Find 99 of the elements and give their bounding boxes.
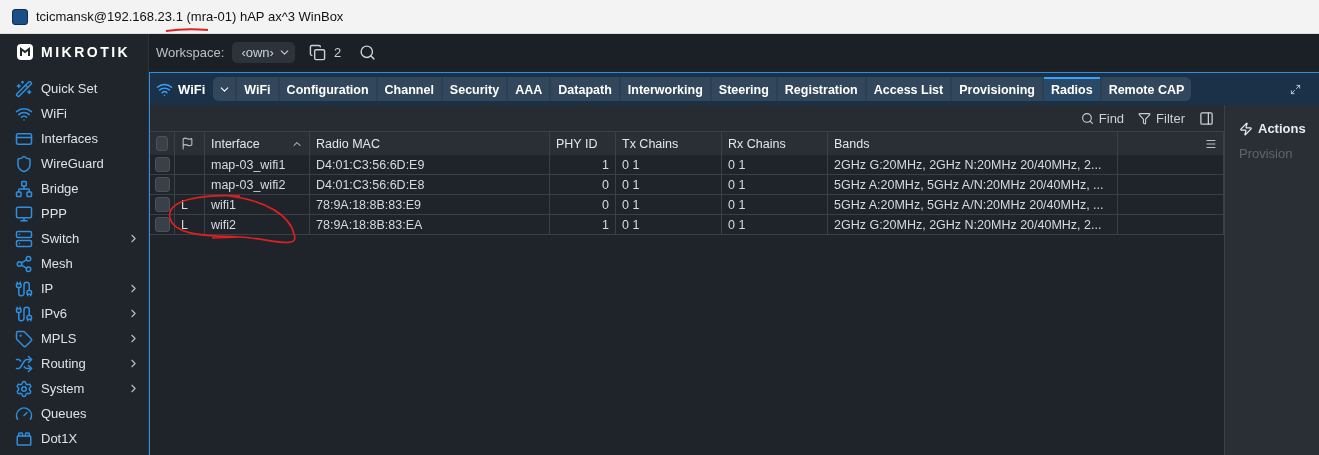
column-menu-icon[interactable]: [1205, 137, 1217, 150]
tab[interactable]: Access List: [866, 77, 951, 101]
table-cell: 0 1: [616, 175, 722, 195]
table-cell: 78:9A:18:8B:83:E9: [310, 195, 550, 215]
column-header[interactable]: Tx Chains: [616, 131, 722, 155]
actions-heading: Actions: [1239, 121, 1319, 136]
side-panel-icon[interactable]: [1199, 110, 1214, 126]
tab[interactable]: Interworking: [620, 77, 710, 101]
table-cell: map-03_wifi1: [205, 155, 310, 175]
filter-icon: [1138, 111, 1152, 125]
gear-icon: [15, 379, 33, 398]
find-button[interactable]: Find: [1080, 110, 1125, 126]
table-cell: D4:01:C3:56:6D:E8: [310, 175, 550, 195]
sidebar-item[interactable]: Interfaces: [0, 126, 148, 151]
table-cell: 2GHz G:20MHz, 2GHz N:20MHz 20/40MHz, 2...: [828, 155, 1118, 175]
expand-icon[interactable]: [1290, 83, 1301, 95]
sidebar-item[interactable]: System: [0, 376, 148, 401]
table-cell: map-03_wifi2: [205, 175, 310, 195]
tab[interactable]: Remote CAP: [1101, 77, 1192, 101]
dropdown-button[interactable]: [213, 77, 236, 101]
table-cell: 0 1: [722, 215, 828, 235]
window-title: tcicmansk@192.168.23.1 (mra-01) hAP ax^3 WinBox: [36, 9, 344, 24]
row-checkbox[interactable]: [154, 177, 170, 192]
table-cell: 1: [550, 155, 616, 175]
table-cell: 5GHz A:20MHz, 5GHz A/N:20MHz 20/40MHz, ...: [828, 175, 1118, 195]
row-checkbox[interactable]: [154, 217, 170, 232]
table-cell: 0: [550, 195, 616, 215]
column-header[interactable]: Radio MAC: [310, 131, 550, 155]
table-cell: 0: [550, 175, 616, 195]
window-tab-title: WiFi: [156, 80, 206, 98]
row-checkbox[interactable]: [154, 157, 170, 172]
tab[interactable]: Channel: [377, 77, 441, 101]
switch-icon: [15, 229, 33, 248]
tab[interactable]: Provisioning: [952, 77, 1042, 101]
sidebar-item[interactable]: WiFi: [0, 101, 148, 126]
select-all-checkbox[interactable]: [156, 136, 168, 151]
row-checkbox[interactable]: [154, 197, 170, 212]
table-cell: 0 1: [722, 155, 828, 175]
freehand-ink-underline: [165, 28, 209, 32]
tab[interactable]: WiFi: [237, 77, 278, 101]
table-cell: 0 1: [616, 195, 722, 215]
network-icon: [15, 304, 33, 323]
app-icon: [12, 8, 28, 25]
logo-icon: [16, 43, 34, 61]
column-header[interactable]: [175, 131, 205, 155]
table-cell: 2GHz G:20MHz, 2GHz N:20MHz 20/40MHz, 2...: [828, 215, 1118, 235]
tab[interactable]: AAA: [508, 77, 550, 101]
tag-icon: [15, 329, 33, 348]
tab[interactable]: Steering: [711, 77, 776, 101]
wand-icon: [15, 79, 33, 98]
table-cell: 78:9A:18:8B:83:EA: [310, 215, 550, 235]
table-cell: 0 1: [616, 215, 722, 235]
filter-button[interactable]: Filter: [1138, 110, 1185, 126]
bridge-icon: [15, 179, 33, 198]
workspace-label: Workspace:: [156, 44, 225, 60]
sidebar-item[interactable]: Dot1X: [0, 426, 148, 451]
shuffle-icon: [15, 354, 33, 373]
monitor-icon: [15, 204, 33, 223]
shield-icon: [15, 154, 33, 173]
column-header[interactable]: Interface: [205, 131, 310, 155]
column-header[interactable]: PHY ID: [550, 131, 616, 155]
table-cell: 0 1: [722, 175, 828, 195]
tab[interactable]: Configuration: [279, 77, 376, 101]
network-icon: [15, 279, 33, 298]
sidebar-item[interactable]: Bridge: [0, 176, 148, 201]
sidebar-item[interactable]: MPLS: [0, 326, 148, 351]
table-cell: wifi2: [205, 215, 310, 235]
table-cell: L: [175, 215, 205, 235]
lightning-icon: [1239, 121, 1253, 136]
brand-logo: MIKROTIK: [41, 44, 131, 60]
sidebar-item[interactable]: WireGuard: [0, 151, 148, 176]
table-cell: 0 1: [722, 195, 828, 215]
column-header[interactable]: Rx Chains: [722, 131, 828, 155]
sidebar-item[interactable]: Switch: [0, 226, 148, 251]
column-header[interactable]: Bands: [828, 131, 1118, 155]
search-icon: [1080, 111, 1094, 125]
tab[interactable]: Radios: [1043, 77, 1100, 101]
gauge-icon: [15, 404, 33, 423]
flag-icon: [181, 137, 194, 150]
sidebar-item[interactable]: Mesh: [0, 251, 148, 276]
mesh-icon: [15, 254, 33, 273]
sidebar-item[interactable]: IPv6: [0, 301, 148, 326]
tab[interactable]: Registration: [777, 77, 865, 101]
tab[interactable]: Security: [442, 77, 507, 101]
table-cell: 0 1: [616, 155, 722, 175]
sidebar-item[interactable]: Routing: [0, 351, 148, 376]
table-cell: D4:01:C3:56:6D:E9: [310, 155, 550, 175]
sidebar-item[interactable]: PPP: [0, 201, 148, 226]
sidebar-item[interactable]: Quick Set: [0, 76, 148, 101]
search-icon[interactable]: [359, 43, 377, 61]
table-cell: 5GHz A:20MHz, 5GHz A/N:20MHz 20/40MHz, ...: [828, 195, 1118, 215]
workspace-select[interactable]: ‹own›: [232, 41, 295, 63]
windows-icon[interactable]: [308, 43, 326, 61]
sidebar-item[interactable]: Queues: [0, 401, 148, 426]
window-count: 2: [333, 44, 342, 60]
table-cell: 1: [550, 215, 616, 235]
table-cell: wifi1: [205, 195, 310, 215]
sidebar-item[interactable]: IP: [0, 276, 148, 301]
tab[interactable]: Datapath: [551, 77, 619, 101]
